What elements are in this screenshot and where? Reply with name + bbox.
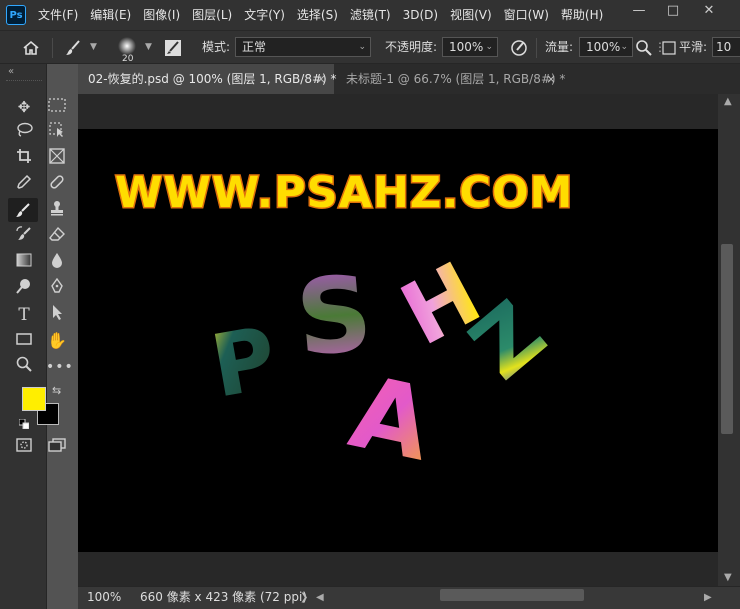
scroll-up-icon[interactable]: ▲ <box>724 96 732 107</box>
chevron-down-icon: ⌄ <box>620 42 628 52</box>
hand-icon[interactable]: ✋ <box>46 330 68 352</box>
tab-document-1[interactable]: 02-恢复的.psd @ 100% (图层 1, RGB/8#) * × <box>78 64 337 94</box>
minimize-button[interactable]: — <box>622 0 656 22</box>
canvas-viewport[interactable]: WWW.PSAHZ.COM P S A H Z <box>78 94 718 586</box>
type-icon[interactable]: T <box>13 304 35 326</box>
zoom-icon[interactable] <box>13 356 35 378</box>
close-tab-icon[interactable]: × <box>316 64 326 94</box>
menu-file[interactable]: 文件(F) <box>32 0 84 30</box>
options-bar: ▼ 20 ▼ 模式: 正常 ⌄ 不透明度: 100% ⌄ 流量: 100% ⌄ … <box>0 30 740 64</box>
menu-type[interactable]: 文字(Y) <box>238 0 291 30</box>
blur-icon[interactable] <box>46 252 68 274</box>
foreground-color-swatch[interactable] <box>22 387 46 411</box>
status-bar: 100% 660 像素 x 423 像素 (72 ppi) ❯ ◀ ▶ <box>78 586 740 609</box>
close-tab-icon[interactable]: × <box>546 64 556 94</box>
menu-3d[interactable]: 3D(D) <box>397 0 444 30</box>
opacity-input[interactable]: 100% ⌄ <box>442 37 498 57</box>
mode-value: 正常 <box>242 40 267 54</box>
history-brush-icon[interactable] <box>13 226 35 248</box>
chevron-down-icon[interactable]: ▼ <box>90 31 97 63</box>
menu-edit[interactable]: 编辑(E) <box>84 0 137 30</box>
document-tabs: 02-恢复的.psd @ 100% (图层 1, RGB/8#) * × 未标题… <box>78 64 740 94</box>
menu-filter[interactable]: 滤镜(T) <box>344 0 397 30</box>
brush-icon[interactable] <box>64 31 82 63</box>
marquee-icon[interactable] <box>46 96 68 118</box>
tab-label: 未标题-1 @ 66.7% (图层 1, RGB/8#) * <box>346 72 566 86</box>
scroll-right-icon[interactable]: ▶ <box>704 587 712 608</box>
flow-value: 100% <box>586 40 621 54</box>
tab-label: 02-恢复的.psd @ 100% (图层 1, RGB/8#) * <box>88 72 337 86</box>
main-menu: 文件(F) 编辑(E) 图像(I) 图层(L) 文字(Y) 选择(S) 滤镜(T… <box>32 0 609 30</box>
menu-select[interactable]: 选择(S) <box>291 0 344 30</box>
eyedropper-icon[interactable] <box>13 174 35 196</box>
opacity-label: 不透明度: <box>385 40 438 54</box>
object-select-icon[interactable] <box>46 122 68 144</box>
gradient-icon[interactable] <box>13 252 35 274</box>
letter-p: P <box>204 308 283 417</box>
home-icon[interactable] <box>22 31 40 63</box>
frame-icon[interactable] <box>46 148 68 170</box>
smoothing-label: 平滑: <box>679 40 708 54</box>
document-info: 660 像素 x 423 像素 (72 ppi) <box>140 590 307 604</box>
mode-select[interactable]: 正常 ⌄ <box>235 37 371 57</box>
chevron-down-icon[interactable]: ▼ <box>145 31 152 63</box>
artwork: WWW.PSAHZ.COM P S A H Z <box>114 167 574 484</box>
eraser-icon[interactable] <box>46 226 68 248</box>
photoshop-logo: Ps <box>6 5 26 25</box>
document-canvas[interactable]: WWW.PSAHZ.COM P S A H Z <box>78 129 718 552</box>
swap-colors-icon[interactable]: ⇆ <box>52 384 61 397</box>
stamp-icon[interactable] <box>46 200 68 222</box>
quick-mask-icon[interactable] <box>13 436 35 458</box>
brush-settings-icon[interactable] <box>164 31 182 63</box>
vertical-scroll-thumb[interactable] <box>721 244 733 434</box>
rectangle-icon[interactable] <box>13 330 35 352</box>
mode-label: 模式: <box>202 40 231 54</box>
chevron-down-icon: ⌄ <box>358 42 366 52</box>
scroll-down-icon[interactable]: ▼ <box>724 572 732 583</box>
lasso-icon[interactable] <box>13 122 35 144</box>
tab-document-2[interactable]: 未标题-1 @ 66.7% (图层 1, RGB/8#) * × <box>336 64 566 94</box>
chevron-down-icon: ⌄ <box>485 42 493 52</box>
more-tools-icon[interactable]: ••• <box>46 356 73 378</box>
move-icon[interactable]: ✥ <box>13 96 35 118</box>
brush-tool-icon[interactable] <box>8 198 38 222</box>
healing-icon[interactable] <box>46 174 68 196</box>
menu-window[interactable]: 窗口(W) <box>498 0 555 30</box>
menu-bar: Ps 文件(F) 编辑(E) 图像(I) 图层(L) 文字(Y) 选择(S) 滤… <box>0 0 740 30</box>
default-colors-icon[interactable] <box>18 418 30 430</box>
zoom-level[interactable]: 100% <box>87 587 121 608</box>
collapse-icon[interactable]: « <box>8 66 14 77</box>
crop-icon[interactable] <box>13 148 35 170</box>
menu-layer[interactable]: 图层(L) <box>186 0 238 30</box>
maximize-button[interactable]: □ <box>656 0 690 22</box>
flow-label: 流量: <box>545 40 574 54</box>
smoothing-value: 10 <box>716 40 732 54</box>
menu-help[interactable]: 帮助(H) <box>555 0 609 30</box>
horizontal-scroll-thumb[interactable] <box>440 589 584 601</box>
scroll-left-icon[interactable]: ◀ <box>316 587 324 608</box>
menu-image[interactable]: 图像(I) <box>137 0 186 30</box>
flow-input[interactable]: 100% ⌄ <box>579 37 633 57</box>
divider <box>536 38 537 58</box>
path-select-icon[interactable] <box>46 304 68 326</box>
status-menu-icon[interactable]: ❯ <box>300 587 308 608</box>
smoothing-icon <box>662 31 676 63</box>
close-button[interactable]: ✕ <box>692 0 726 22</box>
divider <box>52 38 53 58</box>
pen-icon[interactable] <box>46 277 68 300</box>
smoothing-input[interactable]: 10 <box>712 37 740 57</box>
opacity-value: 100% <box>449 40 484 54</box>
panel-grip[interactable] <box>6 80 42 84</box>
tools-panel: « ✥ T ✋ ••• ⇆ <box>0 64 73 609</box>
website-text: WWW.PSAHZ.COM <box>115 168 573 218</box>
pressure-opacity-icon[interactable] <box>510 31 528 63</box>
screen-mode-icon[interactable] <box>46 436 68 458</box>
airbrush-icon[interactable] <box>636 31 652 63</box>
dodge-icon[interactable] <box>13 278 35 300</box>
menu-view[interactable]: 视图(V) <box>444 0 498 30</box>
